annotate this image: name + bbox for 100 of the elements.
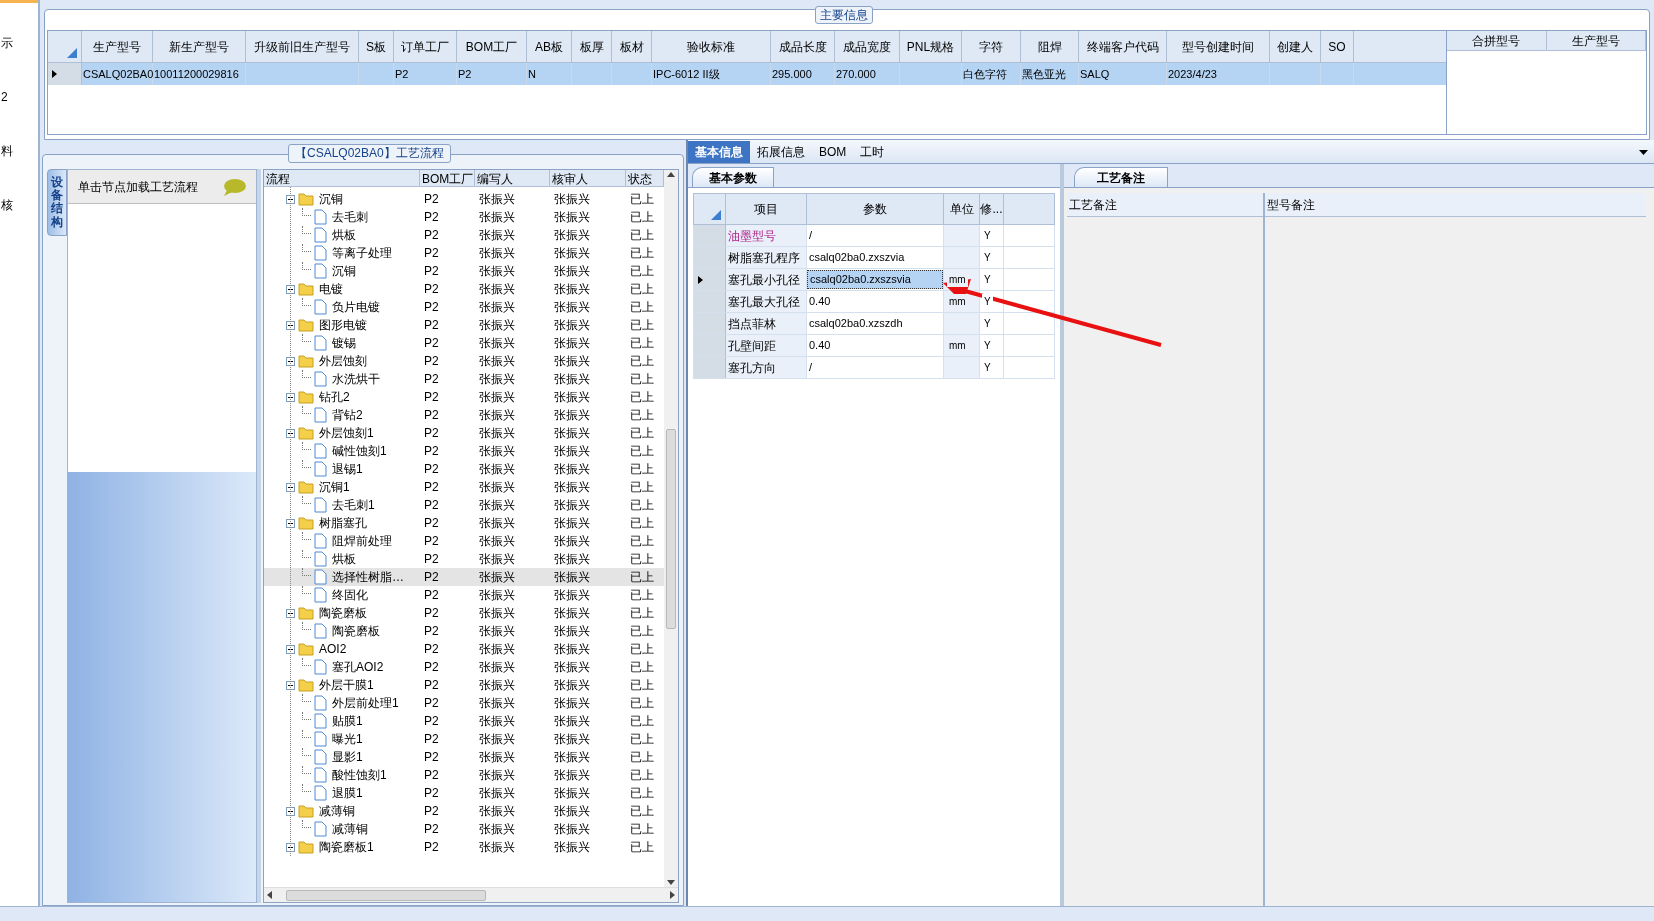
collapse-icon[interactable] [286, 320, 295, 330]
tree-row[interactable]: 退锡1 P2 张振兴 张振兴 已上 [264, 460, 664, 478]
tree-row[interactable]: 钻孔2 P2 张振兴 张振兴 已上 [264, 388, 664, 406]
table-row[interactable]: CSALQ02BA010011200029816 P2 P2 N IPC-6012 II级 295.000 270.000 白色字符 黑色亚光 SALQ 2023/4/23 [48, 63, 1446, 85]
column-header[interactable]: 验收标准 [652, 31, 771, 62]
table-row[interactable]: 油墨型号 / Y [693, 225, 1055, 247]
tree-row[interactable]: 镀锡 P2 张振兴 张振兴 已上 [264, 334, 664, 352]
table-cell[interactable]: 0.40 [807, 293, 831, 310]
tree-row[interactable]: 陶瓷磨板1 P2 张振兴 张振兴 已上 [264, 838, 664, 856]
column-header[interactable]: 板材 [612, 31, 652, 62]
tree-row[interactable]: 阻焊前处理 P2 张振兴 张振兴 已上 [264, 532, 664, 550]
collapse-icon[interactable] [286, 356, 295, 366]
tree-row[interactable]: 电镀 P2 张振兴 张振兴 已上 [264, 280, 664, 298]
table-row[interactable]: 塞孔方向 / Y [693, 357, 1055, 379]
column-header[interactable]: 终端客户代码 [1079, 31, 1167, 62]
column-header[interactable]: 创建人 [1270, 31, 1321, 62]
column-header[interactable]: 板厚 [572, 31, 612, 62]
column-header[interactable]: 型号创建时间 [1167, 31, 1270, 62]
tree-row[interactable]: 外层干膜1 P2 张振兴 张振兴 已上 [264, 676, 664, 694]
tree-row[interactable]: 贴膜1 P2 张振兴 张振兴 已上 [264, 712, 664, 730]
tree-row[interactable]: 外层蚀刻1 P2 张振兴 张振兴 已上 [264, 424, 664, 442]
tab[interactable]: BOM [812, 141, 854, 163]
tree-row[interactable]: 水洗烘干 P2 张振兴 张振兴 已上 [264, 370, 664, 388]
tree-row[interactable]: 树脂塞孔 P2 张振兴 张振兴 已上 [264, 514, 664, 532]
table-row[interactable]: 挡点菲林 csalq02ba0.xzszdh Y [693, 313, 1055, 335]
column-header[interactable]: 参数 [807, 194, 944, 224]
collapse-icon[interactable] [286, 194, 295, 204]
tree-row[interactable]: 曝光1 P2 张振兴 张振兴 已上 [264, 730, 664, 748]
collapse-icon[interactable] [286, 482, 295, 492]
tree-row[interactable]: 塞孔AOI2 P2 张振兴 张振兴 已上 [264, 658, 664, 676]
tab[interactable]: 基本信息 [688, 141, 750, 163]
scroll-down-icon[interactable] [667, 880, 675, 885]
tree-row[interactable]: 酸性蚀刻1 P2 张振兴 张振兴 已上 [264, 766, 664, 784]
menu-item[interactable]: 示 [1, 36, 13, 50]
table-cell[interactable]: / [807, 227, 813, 244]
collapse-icon[interactable] [286, 428, 295, 438]
collapse-icon[interactable] [286, 392, 295, 402]
tab[interactable]: 工时 [853, 141, 892, 163]
menu-item[interactable]: 核 [1, 198, 13, 212]
tree-row[interactable]: 负片电镀 P2 张振兴 张振兴 已上 [264, 298, 664, 316]
collapse-icon[interactable] [286, 608, 295, 618]
menu-item[interactable]: 2 [1, 90, 8, 104]
tree-row[interactable]: 选择性树脂… P2 张振兴 张振兴 已上 [264, 568, 664, 586]
tab[interactable]: 拓展信息 [750, 141, 812, 163]
column-header[interactable]: 生产型号 [1546, 31, 1646, 50]
column-header[interactable]: SO [1321, 31, 1354, 62]
column-header[interactable]: 成品长度 [771, 31, 835, 62]
column-header[interactable]: 升级前旧生产型号 [246, 31, 359, 62]
scrollbar[interactable] [264, 887, 678, 902]
tab[interactable]: 工艺备注 [1074, 167, 1168, 187]
column-header[interactable]: 新生产型号 [153, 31, 246, 62]
tree-row[interactable]: 图形电镀 P2 张振兴 张振兴 已上 [264, 316, 664, 334]
column-header[interactable]: 阻焊 [1021, 31, 1079, 62]
tree-row[interactable]: 背钻2 P2 张振兴 张振兴 已上 [264, 406, 664, 424]
tree-row[interactable]: 陶瓷磨板 P2 张振兴 张振兴 已上 [264, 622, 664, 640]
column-header[interactable]: 合拼型号 [1447, 31, 1547, 50]
column-header[interactable]: 修... [980, 194, 1004, 224]
column-header[interactable]: BOM工厂 [457, 31, 527, 62]
tree-row[interactable]: 减薄铜 P2 张振兴 张振兴 已上 [264, 802, 664, 820]
tree-row[interactable]: 退膜1 P2 张振兴 张振兴 已上 [264, 784, 664, 802]
column-header[interactable]: BOM工厂 [420, 170, 475, 186]
tree-row[interactable]: 外层前处理1 P2 张振兴 张振兴 已上 [264, 694, 664, 712]
column-header[interactable]: 成品宽度 [835, 31, 900, 62]
tree-row[interactable]: 沉铜 P2 张振兴 张振兴 已上 [264, 262, 664, 280]
column-header[interactable]: 型号备注 [1265, 193, 1646, 217]
table-cell[interactable]: 0.40 [807, 337, 831, 354]
table-cell[interactable]: csalq02ba0.zxszsvia [807, 270, 943, 289]
column-header[interactable]: 流程 [264, 170, 420, 186]
table-row[interactable]: 塞孔最大孔径 0.40 mm Y [693, 291, 1055, 313]
tab[interactable]: 基本参数 [692, 167, 774, 187]
tree-row[interactable]: 终固化 P2 张振兴 张振兴 已上 [264, 586, 664, 604]
tree-row[interactable]: 陶瓷磨板 P2 张振兴 张振兴 已上 [264, 604, 664, 622]
tree-row[interactable]: 沉铜 P2 张振兴 张振兴 已上 [264, 190, 664, 208]
tree-row[interactable]: 烘板 P2 张振兴 张振兴 已上 [264, 226, 664, 244]
collapse-icon[interactable] [286, 680, 295, 690]
column-header[interactable]: 核审人 [550, 170, 626, 186]
column-header[interactable]: 生产型号 [82, 31, 153, 62]
column-header[interactable]: 项目 [726, 194, 807, 224]
column-header[interactable]: 字符 [962, 31, 1021, 62]
tree-row[interactable]: 外层蚀刻 P2 张振兴 张振兴 已上 [264, 352, 664, 370]
tree-row[interactable]: 烘板 P2 张振兴 张振兴 已上 [264, 550, 664, 568]
vertical-tab[interactable]: 设备结构 [47, 169, 67, 236]
collapse-icon[interactable] [286, 518, 295, 528]
column-header[interactable]: 编写人 [475, 170, 550, 186]
table-row[interactable]: 塞孔最小孔径 csalq02ba0.zxszsvia mm Y [693, 269, 1055, 291]
collapse-icon[interactable] [286, 644, 295, 654]
table-row[interactable]: 树脂塞孔程序 csalq02ba0.zxszvia Y [693, 247, 1055, 269]
tree-row[interactable]: 碱性蚀刻1 P2 张振兴 张振兴 已上 [264, 442, 664, 460]
tree-row[interactable]: 沉铜1 P2 张振兴 张振兴 已上 [264, 478, 664, 496]
collapse-icon[interactable] [286, 284, 295, 294]
tree-row[interactable]: 去毛刺1 P2 张振兴 张振兴 已上 [264, 496, 664, 514]
tree-row[interactable]: AOI2 P2 张振兴 张振兴 已上 [264, 640, 664, 658]
tree-row[interactable]: 减薄铜 P2 张振兴 张振兴 已上 [264, 820, 664, 838]
scroll-right-icon[interactable] [670, 891, 675, 899]
scroll-left-icon[interactable] [267, 891, 272, 899]
scroll-thumb[interactable] [666, 428, 676, 629]
scroll-thumb[interactable] [286, 889, 486, 901]
column-header[interactable]: S板 [359, 31, 394, 62]
dropdown-icon[interactable] [1639, 150, 1648, 155]
scrollbar[interactable] [664, 170, 678, 887]
